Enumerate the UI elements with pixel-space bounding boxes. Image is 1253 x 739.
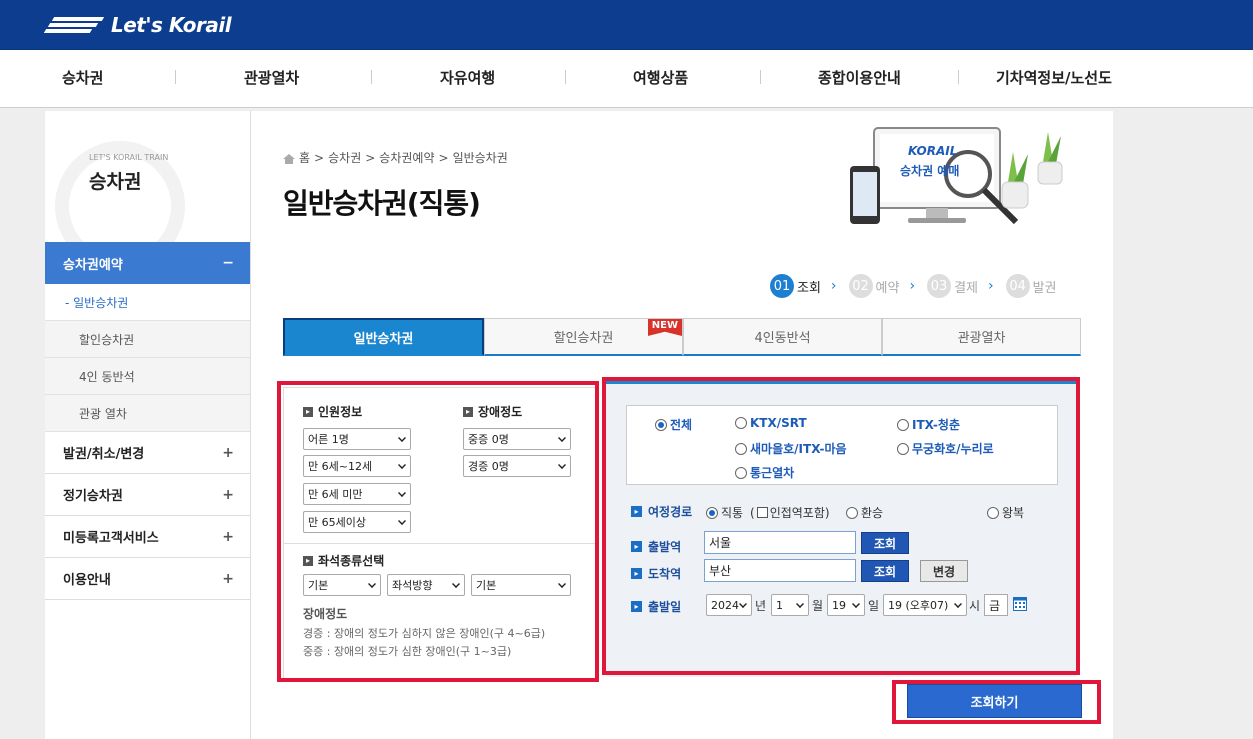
highlight-passenger-box xyxy=(277,381,599,682)
sidebar-sub-tour-train[interactable]: 관광 열차 xyxy=(45,395,250,432)
step-number: 01 xyxy=(770,274,794,298)
logo-mark-icon xyxy=(43,15,105,35)
tab-discount-ticket[interactable]: 할인승차권 NEW xyxy=(484,318,683,356)
expand-icon: + xyxy=(222,486,234,503)
progress-steps: 01 조회 › 02 예약 › 03 결제 › 04 발권 xyxy=(770,274,1069,298)
korail-logo[interactable]: Let's Korail xyxy=(43,12,232,38)
expand-icon: + xyxy=(222,528,234,545)
tab-family-seat[interactable]: 4인동반석 xyxy=(683,318,882,356)
step-number: 02 xyxy=(848,274,873,298)
step-number: 03 xyxy=(927,274,952,298)
new-badge: NEW xyxy=(647,319,682,336)
ticket-tabs: 일반승차권 할인승차권 NEW 4인동반석 관광열차 xyxy=(283,318,1081,356)
gnb-divider xyxy=(371,70,372,84)
tab-tour-train[interactable]: 관광열차 xyxy=(882,318,1081,356)
gnb-divider xyxy=(760,70,761,84)
global-nav: 승차권 관광열차 자유여행 여행상품 종합이용안내 기차역정보/노선도 xyxy=(0,50,1253,108)
gnb-divider xyxy=(565,70,566,84)
step-label: 조회 xyxy=(797,280,821,296)
gnb-divider xyxy=(958,70,959,84)
gnb-item-guide[interactable]: 종합이용안내 xyxy=(818,67,901,88)
sidebar-item-season-ticket[interactable]: 정기승차권 + xyxy=(45,474,250,516)
search-button[interactable]: 조회하기 xyxy=(907,684,1082,718)
gnb-item-tour-train[interactable]: 관광열차 xyxy=(244,67,299,88)
chevron-right-icon: › xyxy=(987,278,994,294)
sidebar-item-label: 발권/취소/변경 xyxy=(63,447,145,462)
step-search: 01 조회 › xyxy=(770,274,837,298)
step-payment: 03 결제 › xyxy=(927,274,994,298)
step-reserve: 02 예약 › xyxy=(848,274,916,298)
sidebar-item-reservation[interactable]: 승차권예약 − xyxy=(45,242,250,284)
step-label: 발권 xyxy=(1032,280,1057,296)
chevron-right-icon: › xyxy=(909,278,916,294)
page-title: 일반승차권(직통) xyxy=(283,187,481,220)
breadcrumb: 홈 > 승차권 > 승차권예약 > 일반승차권 xyxy=(283,149,508,166)
step-label: 예약 xyxy=(875,280,900,296)
sidebar-sub-discount[interactable]: 할인승차권 xyxy=(45,321,250,358)
sidebar-item-label: 정기승차권 xyxy=(63,489,123,504)
step-issue: 04 발권 xyxy=(1005,274,1057,298)
sidebar-title: 승차권 xyxy=(89,171,142,193)
expand-icon: + xyxy=(222,570,234,587)
chevron-right-icon: › xyxy=(830,278,837,294)
sidebar-item-label: 미등록고객서비스 xyxy=(63,531,159,546)
sidebar-item-guide[interactable]: 이용안내 + xyxy=(45,558,250,600)
ticket-booking-illustration: KORAIL 승차권 예매 xyxy=(848,122,1078,240)
gnb-item-travel-products[interactable]: 여행상품 xyxy=(633,67,688,88)
breadcrumb-separator: > xyxy=(365,150,376,165)
sidebar-item-label: 승차권예약 xyxy=(63,257,123,273)
home-icon xyxy=(283,153,295,164)
sidebar-header xyxy=(45,111,250,242)
sidebar-item-issue[interactable]: 발권/취소/변경 + xyxy=(45,432,250,474)
collapse-icon: − xyxy=(222,255,234,271)
gnb-item-free-travel[interactable]: 자유여행 xyxy=(440,67,495,88)
sidebar-caption: LET'S KORAIL TRAIN xyxy=(89,153,169,162)
step-number: 04 xyxy=(1005,274,1030,298)
tab-label: 할인승차권 xyxy=(553,331,614,346)
breadcrumb-separator: > xyxy=(314,150,325,165)
sidebar-item-guest-service[interactable]: 미등록고객서비스 + xyxy=(45,516,250,558)
expand-icon: + xyxy=(222,444,234,461)
logo-text: Let's Korail xyxy=(111,13,232,37)
illustration-brand: KORAIL xyxy=(908,144,958,158)
gnb-item-ticket[interactable]: 승차권 xyxy=(62,67,103,88)
sidebar-sub-family-seat[interactable]: 4인 동반석 xyxy=(45,358,250,395)
gnb-divider xyxy=(175,70,176,84)
breadcrumb-separator: > xyxy=(438,150,449,165)
breadcrumb-current: 일반승차권 xyxy=(452,151,508,165)
gnb-item-station-info[interactable]: 기차역정보/노선도 xyxy=(996,67,1112,88)
illustration-text: 승차권 예매 xyxy=(900,164,960,178)
tab-general-ticket[interactable]: 일반승차권 xyxy=(283,318,484,356)
sidebar-item-label: 이용안내 xyxy=(63,573,111,588)
highlight-route-box xyxy=(602,377,1080,675)
step-label: 결제 xyxy=(954,280,978,296)
sidebar-sub-general[interactable]: - 일반승차권 xyxy=(45,284,250,321)
breadcrumb-ticket[interactable]: 승차권 xyxy=(328,149,361,166)
breadcrumb-reservation[interactable]: 승차권예약 xyxy=(379,149,434,166)
breadcrumb-home[interactable]: 홈 xyxy=(299,149,310,166)
